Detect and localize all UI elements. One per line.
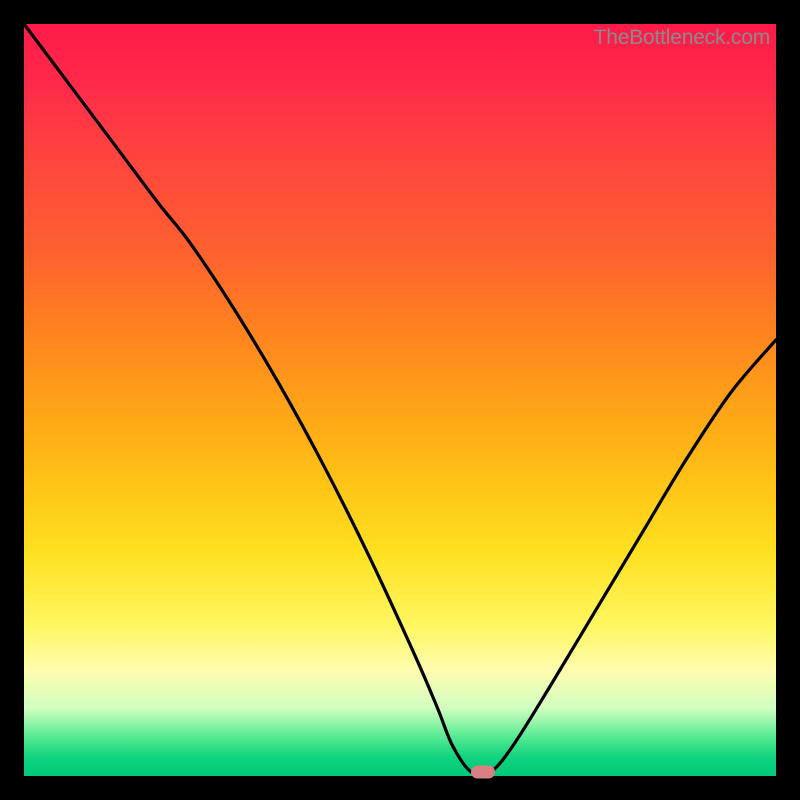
plot-area: TheBottleneck.com — [24, 24, 776, 776]
optimal-marker — [471, 766, 495, 779]
bottleneck-curve — [24, 24, 776, 776]
chart-frame: TheBottleneck.com — [0, 0, 800, 800]
watermark-text: TheBottleneck.com — [594, 26, 770, 50]
